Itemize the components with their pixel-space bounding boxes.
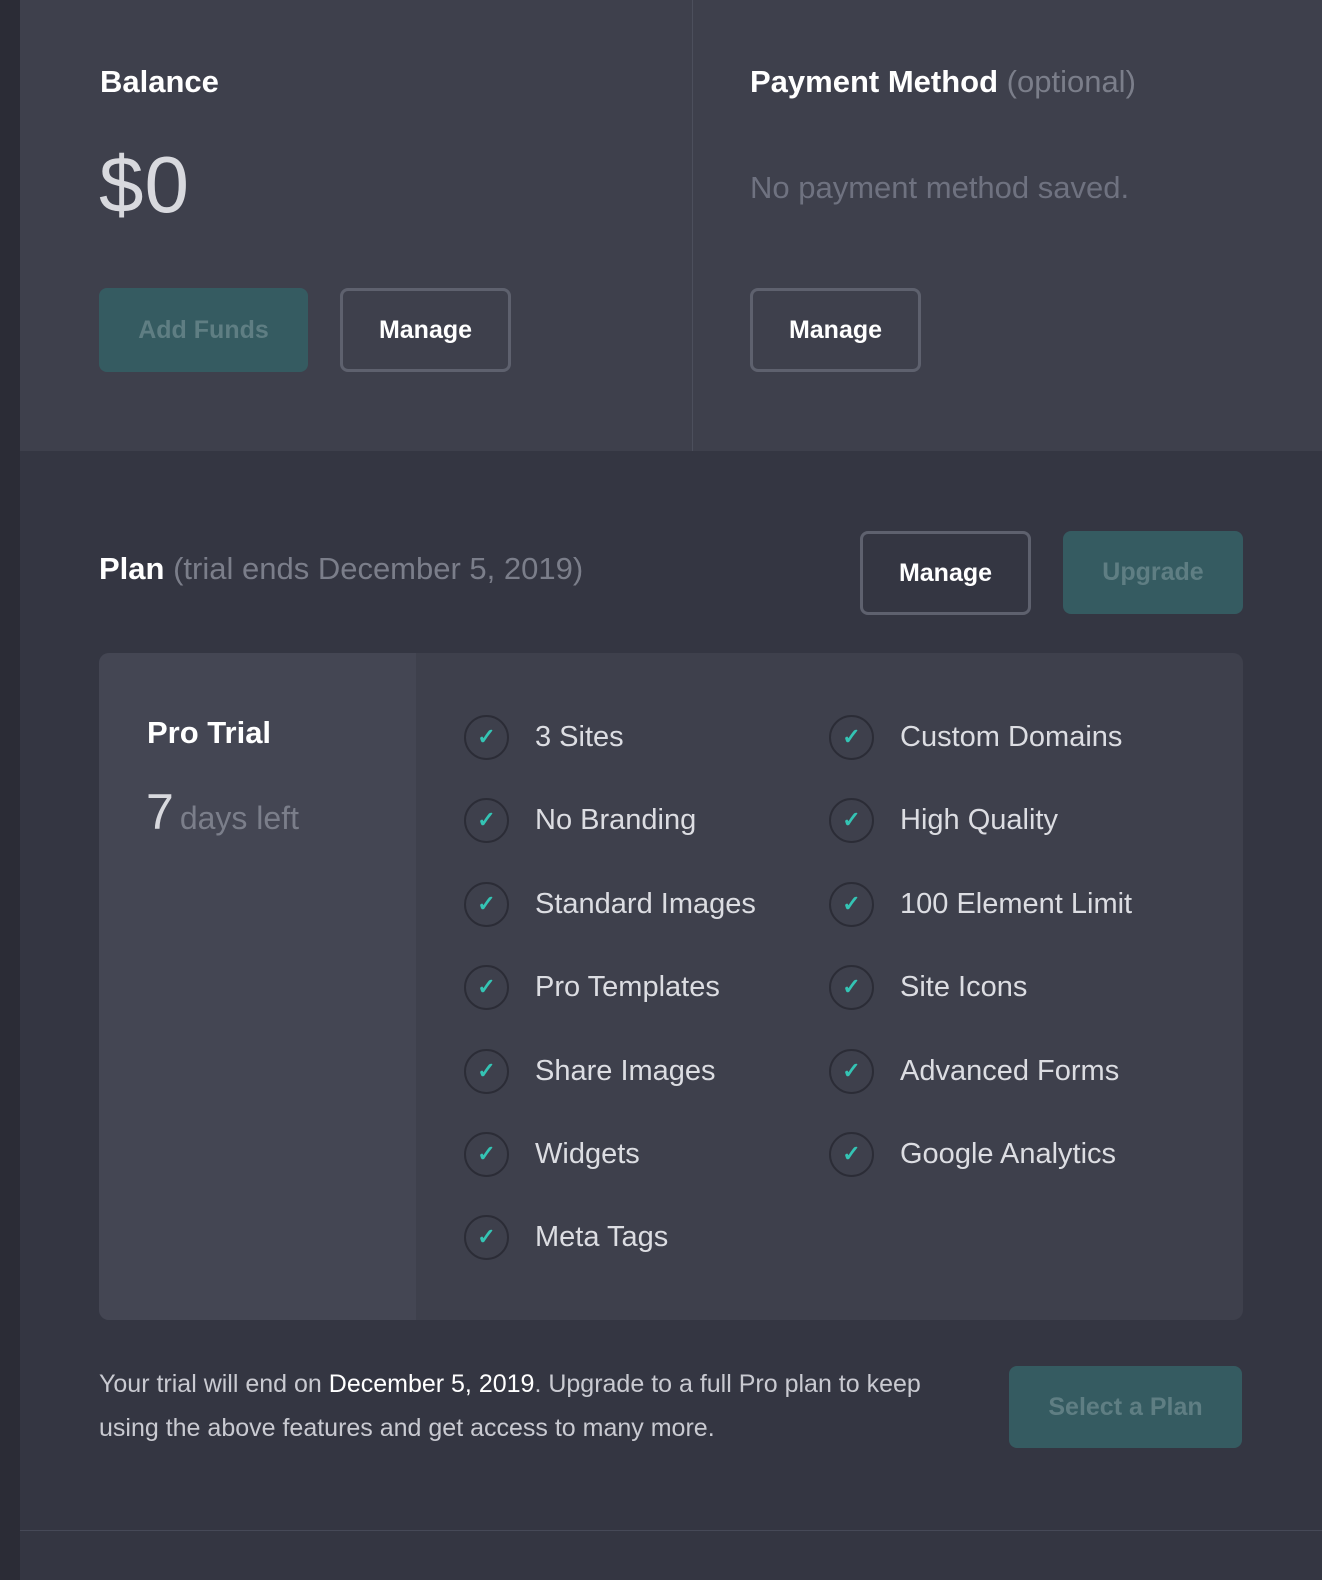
feature-item: ✓ 100 Element Limit xyxy=(829,879,1132,929)
balance-title-text: Balance xyxy=(100,64,219,99)
check-icon: ✓ xyxy=(464,797,509,843)
feature-label: Site Icons xyxy=(900,970,1028,1003)
bottom-divider xyxy=(20,1530,1322,1531)
check-icon: ✓ xyxy=(464,1048,509,1094)
check-icon: ✓ xyxy=(464,714,509,760)
check-icon: ✓ xyxy=(829,797,874,843)
feature-item: ✓ Meta Tags xyxy=(464,1212,668,1262)
payment-optional-note: (optional) xyxy=(1006,64,1136,99)
feature-label: Google Analytics xyxy=(900,1137,1117,1170)
days-left-number: 7 xyxy=(146,784,174,840)
check-icon: ✓ xyxy=(464,1214,509,1260)
manage-balance-button[interactable]: Manage xyxy=(340,288,511,372)
plan-name: Pro Trial xyxy=(147,715,272,750)
balance-title: Balance xyxy=(100,64,219,100)
check-icon: ✓ xyxy=(464,1131,509,1177)
payment-method-title-text: Payment Method xyxy=(750,64,999,99)
manage-payment-button[interactable]: Manage xyxy=(750,288,921,372)
add-funds-button[interactable]: Add Funds xyxy=(99,288,308,372)
feature-item: ✓ Standard Images xyxy=(464,879,756,929)
check-icon: ✓ xyxy=(464,881,509,927)
feature-label: Advanced Forms xyxy=(900,1054,1120,1087)
panel-divider xyxy=(692,0,693,451)
feature-label: Widgets xyxy=(535,1137,640,1170)
feature-item: ✓ Advanced Forms xyxy=(829,1046,1119,1096)
feature-item: ✓ Google Analytics xyxy=(829,1129,1116,1179)
feature-label: Share Images xyxy=(535,1054,716,1087)
upgrade-button[interactable]: Upgrade xyxy=(1063,531,1243,614)
select-plan-button[interactable]: Select a Plan xyxy=(1009,1366,1242,1448)
feature-label: Standard Images xyxy=(535,887,756,920)
feature-item: ✓ Custom Domains xyxy=(829,712,1122,762)
trial-message-lead: Your trial will end on xyxy=(99,1370,329,1398)
feature-label: High Quality xyxy=(900,803,1058,836)
check-icon: ✓ xyxy=(829,964,874,1010)
check-icon: ✓ xyxy=(464,964,509,1010)
plan-trial-note: (trial ends December 5, 2019) xyxy=(173,551,584,586)
billing-summary-panel: Balance $0 Add Funds Manage Payment Meth… xyxy=(20,0,1322,451)
payment-method-title: Payment Method (optional) xyxy=(750,64,1136,100)
check-icon: ✓ xyxy=(829,1131,874,1177)
feature-item: ✓ Pro Templates xyxy=(464,962,720,1012)
feature-item: ✓ Site Icons xyxy=(829,962,1027,1012)
check-icon: ✓ xyxy=(829,714,874,760)
feature-label: 100 Element Limit xyxy=(900,887,1133,920)
plan-title-text: Plan xyxy=(99,551,165,586)
plan-title: Plan (trial ends December 5, 2019) xyxy=(99,551,583,587)
days-left: 7 days left xyxy=(146,783,299,841)
feature-label: Pro Templates xyxy=(535,970,720,1003)
feature-item: ✓ 3 Sites xyxy=(464,712,624,762)
trial-end-date: December 5, 2019 xyxy=(328,1370,535,1398)
days-left-label: days left xyxy=(179,800,299,836)
feature-label: No Branding xyxy=(535,803,697,836)
feature-item: ✓ Share Images xyxy=(464,1046,716,1096)
plan-card: Pro Trial 7 days left ✓ 3 Sites ✓ No Bran… xyxy=(99,653,1243,1320)
manage-plan-button[interactable]: Manage xyxy=(860,531,1031,615)
trial-end-message: Your trial will end on December 5, 2019.… xyxy=(99,1362,979,1450)
feature-label: Meta Tags xyxy=(535,1220,669,1253)
feature-label: 3 Sites xyxy=(535,720,624,753)
feature-item: ✓ Widgets xyxy=(464,1129,640,1179)
left-edge-strip xyxy=(0,0,20,1580)
balance-amount: $0 xyxy=(99,140,190,229)
plan-summary: Pro Trial 7 days left xyxy=(99,653,416,1320)
check-icon: ✓ xyxy=(829,1048,874,1094)
check-icon: ✓ xyxy=(829,881,874,927)
feature-item: ✓ High Quality xyxy=(829,795,1058,845)
feature-label: Custom Domains xyxy=(900,720,1123,753)
payment-empty-state: No payment method saved. xyxy=(750,170,1130,205)
feature-item: ✓ No Branding xyxy=(464,795,696,845)
